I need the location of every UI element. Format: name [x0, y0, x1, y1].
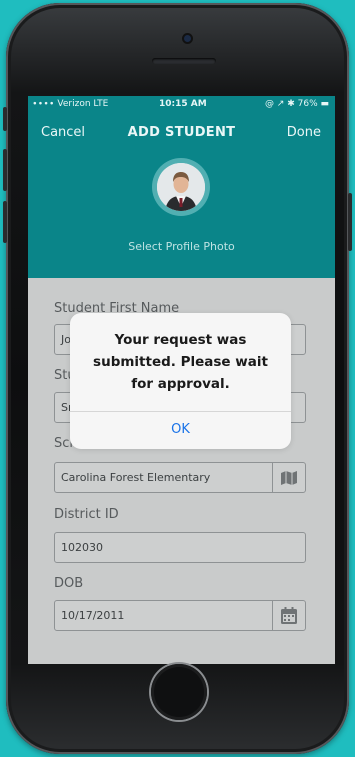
cancel-button[interactable]: Cancel: [41, 125, 85, 140]
dob-calendar-button[interactable]: [272, 601, 305, 630]
status-time: 10:15 AM: [159, 99, 207, 109]
profile-photo-button[interactable]: [152, 158, 210, 216]
status-indicators: @ ↗ ✱ 76% ▬: [264, 99, 329, 109]
power-button: [348, 193, 352, 251]
dob-value: 10/17/2011: [61, 609, 125, 622]
student-photo-icon: [157, 163, 205, 211]
volume-down-button: [3, 201, 7, 243]
alert-message: Your request was submitted. Please wait …: [93, 332, 268, 392]
district-id-label: District ID: [54, 507, 119, 522]
map-icon: [281, 470, 297, 485]
district-id-value: 102030: [61, 541, 103, 554]
done-button[interactable]: Done: [287, 125, 321, 140]
status-bar: ∙∙∙∙ Verizon LTE 10:15 AM @ ↗ ✱ 76% ▬: [28, 96, 335, 114]
district-id-input[interactable]: 102030: [54, 532, 306, 563]
alert-ok-button[interactable]: OK: [70, 412, 291, 449]
carrier-label: ∙∙∙∙ Verizon LTE: [32, 99, 109, 109]
school-map-button[interactable]: [272, 463, 305, 492]
dob-input[interactable]: 10/17/2011: [54, 600, 306, 631]
front-camera: [184, 35, 191, 42]
select-profile-photo-label[interactable]: Select Profile Photo: [28, 240, 335, 253]
request-submitted-alert: Your request was submitted. Please wait …: [70, 313, 291, 449]
school-input[interactable]: Carolina Forest Elementary: [54, 462, 306, 493]
school-value: Carolina Forest Elementary: [61, 471, 211, 484]
avatar: [157, 163, 205, 211]
home-button[interactable]: [151, 664, 207, 720]
dob-label: DOB: [54, 576, 84, 591]
add-student-header: ADD STUDENT Cancel Done Select Profile P…: [28, 114, 335, 278]
volume-up-button: [3, 149, 7, 191]
calendar-icon: [281, 606, 297, 624]
mute-switch: [3, 107, 7, 131]
earpiece-speaker: [152, 58, 216, 64]
